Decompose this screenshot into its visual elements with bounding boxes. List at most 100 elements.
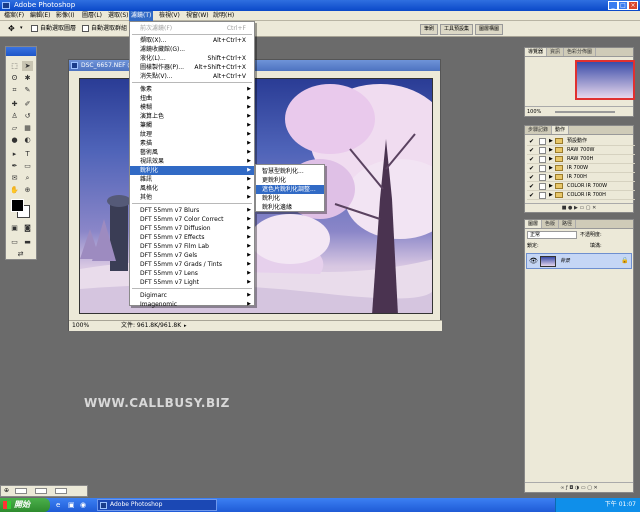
menu-image[interactable]: 影像(I) [54, 11, 76, 21]
tab-actions[interactable]: 動作 [552, 126, 570, 134]
eyedropper-icon[interactable]: ⌕ [22, 173, 33, 183]
start-button[interactable]: 開始 [0, 498, 50, 512]
tab-info[interactable]: 資訊 [547, 48, 565, 56]
check-icon[interactable]: ✔ [529, 173, 534, 182]
move-tool-icon[interactable]: ✥ [8, 24, 15, 33]
action-row[interactable]: ✔ ▶ COLOR IR 700W [527, 182, 635, 191]
dialog-toggle-box[interactable] [539, 174, 546, 181]
dialog-toggle-box[interactable] [539, 165, 546, 172]
hand-tool-icon[interactable]: ✋ [9, 185, 20, 195]
filter-menu-item[interactable]: 視訊效果 ▶ [130, 157, 254, 166]
filter-menu-item[interactable]: 演算上色 ▶ [130, 112, 254, 121]
media-icon[interactable]: ◉ [80, 501, 86, 509]
filter-menu-item[interactable]: 消失點(V)... Alt+Ctrl+V [130, 72, 254, 81]
eye-icon[interactable]: 👁 [529, 257, 538, 265]
menu-filter[interactable]: 濾鏡(T) [129, 11, 154, 21]
status-arrow-icon[interactable]: ▸ [184, 321, 187, 331]
check-icon[interactable]: ✔ [529, 146, 534, 155]
toolbox-header[interactable] [6, 47, 36, 56]
new-layer-icon[interactable]: ▢ [587, 485, 592, 491]
sharpen-submenu-item[interactable]: 銳利化 [256, 194, 324, 203]
taskbar-photoshop-button[interactable]: Adobe Photoshop [97, 499, 217, 511]
filter-menu-item[interactable]: DFT 55mm v7 Lens ▶ [130, 269, 254, 278]
full-screen-icon[interactable]: ▬ [22, 237, 33, 247]
menu-help[interactable]: 說明(H) [211, 11, 236, 21]
notes-tool-icon[interactable]: ✉ [9, 173, 20, 183]
adjustment-icon[interactable]: ◑ [575, 485, 579, 491]
menu-edit[interactable]: 編輯(E) [28, 11, 52, 21]
action-row[interactable]: ✔ ▶ RAW 700H [527, 155, 635, 164]
mask-icon[interactable]: ◘ [569, 485, 573, 491]
menu-layer[interactable]: 圖層(L) [80, 11, 104, 21]
clone-stamp-icon[interactable]: ♙ [9, 111, 20, 121]
filter-menu-item[interactable]: 圖樣製作器(P)... Alt+Shift+Ctrl+X [130, 63, 254, 72]
standard-mode-icon[interactable]: ▣ [9, 223, 20, 233]
tab-channels[interactable]: 色版 [542, 220, 560, 228]
sharpen-submenu-item[interactable]: 銳利化邊緣 [256, 203, 324, 212]
expand-triangle-icon[interactable]: ▶ [549, 164, 553, 173]
maximize-icon[interactable]: □ [618, 1, 628, 10]
new-set-icon[interactable]: ▭ [579, 205, 584, 211]
filter-menu-item[interactable]: DFT 55mm v7 Color Correct ▶ [130, 215, 254, 224]
menu-view[interactable]: 檢視(V) [157, 11, 182, 21]
screen-mode-icon[interactable]: ▭ [9, 237, 20, 247]
tab-layer-comps[interactable]: 圖層構圖 [475, 24, 504, 35]
sharpen-submenu-item[interactable]: 更銳利化 [256, 176, 324, 185]
expand-triangle-icon[interactable]: ▶ [549, 191, 553, 200]
action-row[interactable]: ✔ ▶ 預設動作 [527, 137, 635, 146]
chevron-down-icon[interactable]: ▾ [20, 25, 23, 31]
gradient-tool-icon[interactable]: ▦ [22, 123, 33, 133]
jump-to-imageready-icon[interactable]: ⇄ [15, 249, 26, 259]
eraser-tool-icon[interactable]: ▱ [9, 123, 20, 133]
dialog-toggle-box[interactable] [539, 138, 546, 145]
stop-icon[interactable]: ■ [562, 205, 567, 211]
healing-brush-icon[interactable]: ✚ [9, 99, 20, 109]
filter-menu-item[interactable]: 筆觸 ▶ [130, 121, 254, 130]
blend-mode-select[interactable]: 正常 [527, 231, 577, 239]
filter-menu-item[interactable]: 其他 ▶ [130, 193, 254, 202]
check-icon[interactable]: ✔ [529, 191, 534, 200]
menu-select[interactable]: 選取(S) [106, 11, 131, 21]
menu-file[interactable]: 檔案(F) [2, 11, 26, 21]
path-select-icon[interactable]: ▸ [9, 149, 20, 159]
filter-menu-item[interactable]: DFT 55mm v7 Film Lab ▶ [130, 242, 254, 251]
action-row[interactable]: ✔ ▶ RAW 700W [527, 146, 635, 155]
tab-layers[interactable]: 圖層 [525, 220, 543, 228]
navigator-zoom-slider[interactable] [555, 111, 615, 113]
ie-icon[interactable]: e [56, 501, 60, 509]
expand-triangle-icon[interactable]: ▶ [549, 173, 553, 182]
filter-menu-item[interactable]: 雜訊 ▶ [130, 175, 254, 184]
tab-tool-presets[interactable]: 工具預設集 [440, 24, 474, 35]
record-icon[interactable]: ● [568, 205, 572, 211]
filter-menu-item[interactable]: DFT 55mm v7 Gels ▶ [130, 251, 254, 260]
filter-menu-item[interactable]: DFT 55mm v7 Blurs ▶ [130, 206, 254, 215]
dialog-toggle-box[interactable] [539, 192, 546, 199]
zoom-indicator-icon[interactable]: ⊕ [4, 486, 9, 496]
shape-tool-icon[interactable]: ▭ [22, 161, 33, 171]
check-icon[interactable]: ✔ [529, 137, 534, 146]
clock[interactable]: 下午 01:07 [605, 501, 636, 508]
expand-triangle-icon[interactable]: ▶ [549, 155, 553, 164]
navigator-thumbnail[interactable] [575, 60, 635, 100]
navigator-zoom[interactable]: 100% [527, 107, 541, 117]
filter-menu-item[interactable]: 像素 ▶ [130, 85, 254, 94]
check-icon[interactable]: ✔ [529, 182, 534, 191]
filter-menu-item[interactable]: 風格化 ▶ [130, 184, 254, 193]
check-icon[interactable]: ✔ [529, 155, 534, 164]
filter-menu-item[interactable]: 模糊 ▶ [130, 103, 254, 112]
dodge-tool-icon[interactable]: ◐ [22, 135, 33, 145]
auto-select-group-checkbox[interactable] [82, 25, 89, 32]
filter-menu-item[interactable]: 藝術風 ▶ [130, 148, 254, 157]
history-brush-icon[interactable]: ↺ [22, 111, 33, 121]
filter-menu-item[interactable]: Imagenomic ▶ [130, 300, 254, 309]
slice-tool-icon[interactable]: ✎ [22, 85, 33, 95]
menu-window[interactable]: 視窗(W) [184, 11, 211, 21]
tab-histogram[interactable]: 色彩分佈圖 [564, 48, 597, 56]
new-action-icon[interactable]: ▢ [586, 205, 591, 211]
zoom-tool-icon[interactable]: ⊕ [22, 185, 33, 195]
dialog-toggle-box[interactable] [539, 147, 546, 154]
tab-navigator[interactable]: 導覽器 [525, 48, 548, 56]
sharpen-submenu-item[interactable]: 遮色片銳利化調整... [256, 185, 324, 194]
trash-icon[interactable]: ✕ [594, 485, 598, 491]
filter-menu-item[interactable]: 濾鏡收藏館(G)... [130, 45, 254, 54]
